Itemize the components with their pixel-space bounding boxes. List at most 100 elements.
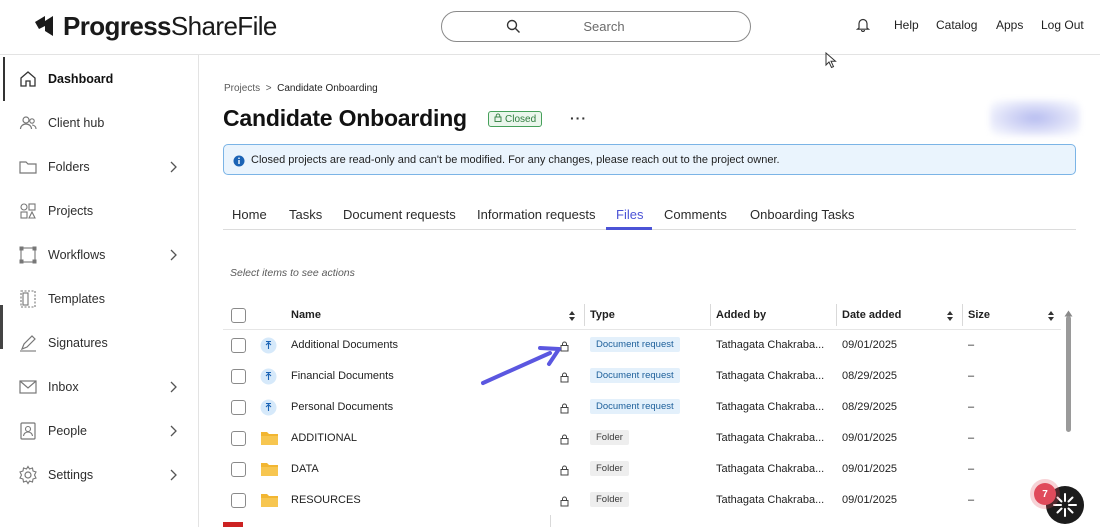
column-header-name[interactable]: Name xyxy=(291,309,321,321)
tab-bar: Home Tasks Document requests Information… xyxy=(223,199,1076,230)
status-badge-label: Closed xyxy=(505,113,537,125)
tab-files[interactable]: Files xyxy=(616,207,643,222)
lock-icon xyxy=(560,401,569,419)
info-banner: Closed projects are read-only and can't … xyxy=(223,144,1076,175)
column-divider xyxy=(710,304,711,326)
more-actions-button[interactable]: ··· xyxy=(570,110,587,126)
sidebar-item-dashboard[interactable]: Dashboard xyxy=(0,57,198,101)
tab-comments[interactable]: Comments xyxy=(664,207,727,222)
sort-icon[interactable] xyxy=(568,309,576,327)
file-name[interactable]: DATA xyxy=(291,463,319,475)
file-name[interactable]: ADDITIONAL xyxy=(291,432,357,444)
people-group-icon xyxy=(18,113,38,133)
sidebar-item-label: Projects xyxy=(48,204,94,218)
sort-icon[interactable] xyxy=(1047,309,1055,327)
tab-information-requests[interactable]: Information requests xyxy=(477,207,596,222)
status-badge: Closed xyxy=(488,111,543,127)
date-added: 08/29/2025 xyxy=(842,370,898,382)
row-checkbox[interactable] xyxy=(231,338,246,353)
top-bar: ProgressShareFile Search Help Catalog Ap… xyxy=(0,0,1100,55)
tab-onboarding-tasks[interactable]: Onboarding Tasks xyxy=(750,207,855,222)
type-badge: Folder xyxy=(590,492,629,507)
chevron-right-icon xyxy=(168,160,178,178)
mail-icon xyxy=(18,377,38,397)
row-checkbox[interactable] xyxy=(231,493,246,508)
chevron-right-icon xyxy=(168,380,178,398)
table-row[interactable]: RESOURCES Folder Tathagata Chakraba... 0… xyxy=(223,485,1061,516)
sidebar-item-label: Inbox xyxy=(48,380,79,394)
progress-logo-icon xyxy=(33,13,59,39)
file-size: – xyxy=(968,370,975,382)
sidebar-item-folders[interactable]: Folders xyxy=(0,145,198,189)
file-size: – xyxy=(968,339,975,351)
sidebar-item-settings[interactable]: Settings xyxy=(0,453,198,497)
sidebar-item-label: People xyxy=(48,424,87,438)
catalog-link[interactable]: Catalog xyxy=(936,18,977,32)
type-badge: Document request xyxy=(590,399,680,414)
file-name[interactable]: Personal Documents xyxy=(291,401,393,413)
file-size: – xyxy=(968,463,975,475)
sidebar-item-workflows[interactable]: Workflows xyxy=(0,233,198,277)
blurred-project-owner-avatar xyxy=(990,100,1080,136)
column-header-size[interactable]: Size xyxy=(968,309,990,321)
search-input[interactable]: Search xyxy=(441,11,751,42)
added-by: Tathagata Chakraba... xyxy=(716,401,825,413)
table-row[interactable]: Additional Documents Document request Ta… xyxy=(223,330,1061,361)
date-added: 08/29/2025 xyxy=(842,401,898,413)
table-row[interactable]: ADDITIONAL Folder Tathagata Chakraba... … xyxy=(223,423,1061,454)
file-size: – xyxy=(968,401,975,413)
vertical-scrollbar[interactable] xyxy=(1066,316,1071,432)
tab-home[interactable]: Home xyxy=(232,207,267,222)
breadcrumb: Projects > Candidate Onboarding xyxy=(224,83,378,94)
notification-bell-icon[interactable] xyxy=(855,17,871,37)
breadcrumb-separator: > xyxy=(265,83,272,94)
sidebar-item-people[interactable]: People xyxy=(0,409,198,453)
file-name[interactable]: Additional Documents xyxy=(291,339,398,351)
added-by: Tathagata Chakraba... xyxy=(716,339,825,351)
template-icon xyxy=(18,289,38,309)
lock-icon xyxy=(560,463,569,481)
table-row[interactable]: DATA Folder Tathagata Chakraba... 09/01/… xyxy=(223,454,1061,485)
column-divider xyxy=(550,515,551,527)
mouse-cursor-icon xyxy=(825,51,837,74)
select-all-checkbox[interactable] xyxy=(231,308,246,323)
progress-sharefile-logo[interactable]: ProgressShareFile xyxy=(33,10,277,42)
tab-document-requests[interactable]: Document requests xyxy=(343,207,456,222)
date-added: 09/01/2025 xyxy=(842,432,898,444)
table-row[interactable]: Financial Documents Document request Tat… xyxy=(223,361,1061,392)
help-link[interactable]: Help xyxy=(894,18,919,32)
row-checkbox[interactable] xyxy=(231,400,246,415)
file-name[interactable]: RESOURCES xyxy=(291,494,361,506)
partial-row-icon xyxy=(223,522,243,527)
chevron-right-icon xyxy=(168,468,178,486)
sidebar-item-label: Signatures xyxy=(48,336,108,350)
table-row[interactable]: Personal Documents Document request Tath… xyxy=(223,392,1061,423)
sort-icon[interactable] xyxy=(946,309,954,327)
row-checkbox[interactable] xyxy=(231,431,246,446)
pen-icon xyxy=(18,333,38,353)
notification-count-badge: 7 xyxy=(1034,483,1056,505)
sidebar-item-inbox[interactable]: Inbox xyxy=(0,365,198,409)
sidebar-item-label: Dashboard xyxy=(48,72,114,86)
column-header-type[interactable]: Type xyxy=(590,309,615,321)
sidebar-item-client-hub[interactable]: Client hub xyxy=(0,101,198,145)
upload-request-icon xyxy=(260,337,277,359)
column-header-added-by[interactable]: Added by xyxy=(716,309,766,321)
logout-link[interactable]: Log Out xyxy=(1041,18,1084,32)
breadcrumb-projects-link[interactable]: Projects xyxy=(224,83,260,94)
search-placeholder: Search xyxy=(583,19,625,34)
column-header-date-added[interactable]: Date added xyxy=(842,309,901,321)
page-title: Candidate Onboarding xyxy=(223,105,467,131)
file-name[interactable]: Financial Documents xyxy=(291,370,394,382)
upload-request-icon xyxy=(260,368,277,390)
chevron-right-icon xyxy=(168,248,178,266)
sidebar-item-templates[interactable]: Templates xyxy=(0,277,198,321)
sidebar-item-projects[interactable]: Projects xyxy=(0,189,198,233)
tab-tasks[interactable]: Tasks xyxy=(289,207,322,222)
row-checkbox[interactable] xyxy=(231,369,246,384)
sidebar-item-signatures[interactable]: Signatures xyxy=(0,321,198,365)
column-divider xyxy=(584,304,585,326)
folder-icon xyxy=(260,492,279,513)
apps-link[interactable]: Apps xyxy=(996,18,1023,32)
row-checkbox[interactable] xyxy=(231,462,246,477)
